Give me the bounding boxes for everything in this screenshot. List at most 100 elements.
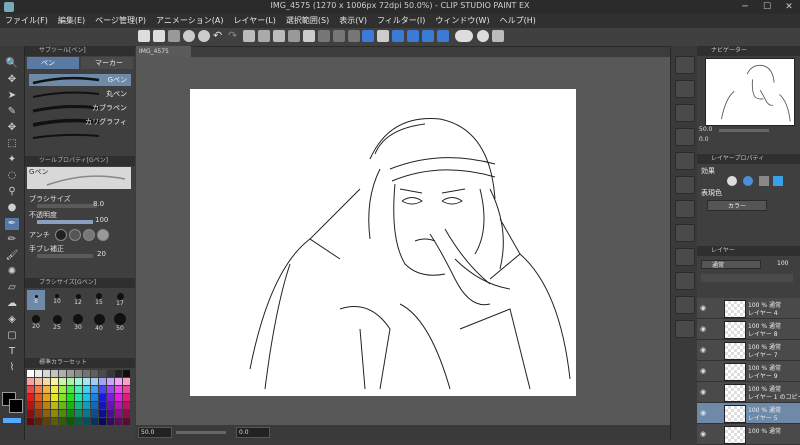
eraser-tool-icon[interactable]: ▱ (5, 282, 19, 294)
snap-frame-icon[interactable] (422, 30, 434, 42)
brush-item-kabura[interactable]: カブラペン (29, 102, 131, 114)
navigator-zoom[interactable]: 50.0 (699, 126, 712, 133)
color-swatch[interactable] (35, 386, 42, 393)
redo-icon[interactable]: ↷ (228, 30, 240, 42)
color-swatch[interactable] (83, 410, 90, 417)
color-swatch[interactable] (59, 410, 66, 417)
aa-none-button[interactable] (55, 229, 67, 241)
material-icon-3[interactable] (675, 104, 695, 122)
color-swatch[interactable] (99, 418, 106, 425)
subtool-tab-marker[interactable]: マーカー (81, 57, 133, 69)
brush-size-preset[interactable]: 12 (69, 290, 87, 310)
color-swatch[interactable] (35, 394, 42, 401)
layer-row[interactable]: ◉ 100 % 通常 レイヤー 4 (697, 298, 800, 319)
color-swatch[interactable] (75, 386, 82, 393)
menu-view[interactable]: 表示(V) (334, 14, 372, 28)
material-icon[interactable] (675, 56, 695, 74)
color-swatch[interactable] (99, 410, 106, 417)
crop-icon[interactable] (318, 30, 330, 42)
menu-filter[interactable]: フィルター(I) (372, 14, 430, 28)
color-swatch[interactable] (43, 418, 50, 425)
brush-size-preset[interactable]: 8 (27, 290, 45, 310)
brush-item-calligraphy[interactable]: カリグラフィ (29, 116, 131, 128)
color-swatch[interactable] (51, 418, 58, 425)
blend-tool-icon[interactable]: ☁ (5, 298, 19, 310)
color-swatch[interactable] (43, 394, 50, 401)
menu-help[interactable]: ヘルプ(H) (495, 14, 541, 28)
brush-size-preset[interactable]: 40 (90, 313, 108, 333)
color-swatch[interactable] (59, 386, 66, 393)
menu-window[interactable]: ウィンドウ(W) (430, 14, 494, 28)
color-swatch[interactable] (83, 418, 90, 425)
brush-size-preset[interactable]: 10 (48, 290, 66, 310)
settings-icon[interactable] (183, 30, 195, 42)
menu-selection[interactable]: 選択範囲(S) (281, 14, 334, 28)
selection-tool-icon[interactable]: ⬚ (5, 138, 19, 150)
color-swatch[interactable] (115, 378, 122, 385)
brush-tool-icon[interactable]: 🖌 (5, 250, 19, 262)
color-swatch[interactable] (107, 402, 114, 409)
color-swatch[interactable] (91, 394, 98, 401)
color-swatch[interactable] (99, 370, 106, 377)
close-button[interactable]: ✕ (778, 0, 800, 14)
tone-effect-icon[interactable] (743, 176, 753, 186)
color-swatch[interactable] (67, 378, 74, 385)
menu-page[interactable]: ページ管理(P) (90, 14, 151, 28)
color-swatch[interactable] (75, 370, 82, 377)
snap-vanishing-icon[interactable] (437, 30, 449, 42)
brush-size-preset[interactable]: 15 (90, 290, 108, 310)
layer-color-icon[interactable] (759, 176, 769, 186)
color-swatch[interactable] (27, 394, 34, 401)
minimize-button[interactable]: ─ (734, 0, 756, 14)
menu-edit[interactable]: 編集(E) (53, 14, 90, 28)
auto-select-icon[interactable]: ✦ (5, 154, 19, 166)
material-icon-5[interactable] (675, 152, 695, 170)
material-icon-8[interactable] (675, 224, 695, 242)
aa-strong-button[interactable] (97, 229, 109, 241)
color-swatch[interactable] (51, 386, 58, 393)
visibility-eye-icon[interactable]: ◉ (700, 346, 706, 354)
color-swatch[interactable] (27, 370, 34, 377)
material-icon-12[interactable] (675, 320, 695, 338)
zoom-input[interactable]: 50.0 (138, 427, 172, 438)
brush-size-preset[interactable]: 25 (48, 313, 66, 333)
move-tool-icon[interactable]: ✥ (5, 74, 19, 86)
figure-tool-icon[interactable]: ▢ (5, 330, 19, 342)
open-file-icon[interactable] (153, 30, 165, 42)
color-swatch[interactable] (75, 418, 82, 425)
menu-animation[interactable]: アニメーション(A) (151, 14, 228, 28)
balloon-tool-icon[interactable]: ⌇ (5, 362, 19, 374)
color-swatch[interactable] (99, 386, 106, 393)
color-swatch[interactable] (51, 402, 58, 409)
eyedropper-icon[interactable]: ⚲ (5, 186, 19, 198)
brush-item-gpen[interactable]: Gペン (29, 74, 131, 86)
fill-icon[interactable] (273, 30, 285, 42)
color-swatch[interactable] (67, 402, 74, 409)
color-swatch[interactable] (123, 402, 130, 409)
color-swatch[interactable] (91, 370, 98, 377)
angle-input[interactable]: 0.0 (236, 427, 270, 438)
color-swatch[interactable] (107, 386, 114, 393)
menu-file[interactable]: ファイル(F) (0, 14, 53, 28)
color-swatch[interactable] (59, 418, 66, 425)
color-swatch[interactable] (107, 410, 114, 417)
color-swatch[interactable] (67, 418, 74, 425)
color-swatch[interactable] (75, 394, 82, 401)
move-layer-icon[interactable]: ✥ (5, 122, 19, 134)
color-swatch[interactable] (115, 418, 122, 425)
color-swatch[interactable] (51, 394, 58, 401)
drawing-canvas[interactable] (190, 89, 576, 396)
material-icon-2[interactable] (675, 80, 695, 98)
color-swatch[interactable] (115, 410, 122, 417)
layer-color-swatch[interactable] (773, 176, 783, 186)
color-swatch[interactable] (35, 410, 42, 417)
color-swatch[interactable] (43, 386, 50, 393)
layer-opacity[interactable]: 100 (777, 260, 788, 267)
opacity-slider[interactable] (37, 220, 93, 224)
color-swatch[interactable] (115, 394, 122, 401)
visibility-eye-icon[interactable]: ◉ (700, 430, 706, 438)
new-file-icon[interactable] (138, 30, 150, 42)
color-swatch[interactable] (51, 410, 58, 417)
color-swatch[interactable] (107, 418, 114, 425)
sub-color-swatch[interactable] (9, 399, 23, 413)
